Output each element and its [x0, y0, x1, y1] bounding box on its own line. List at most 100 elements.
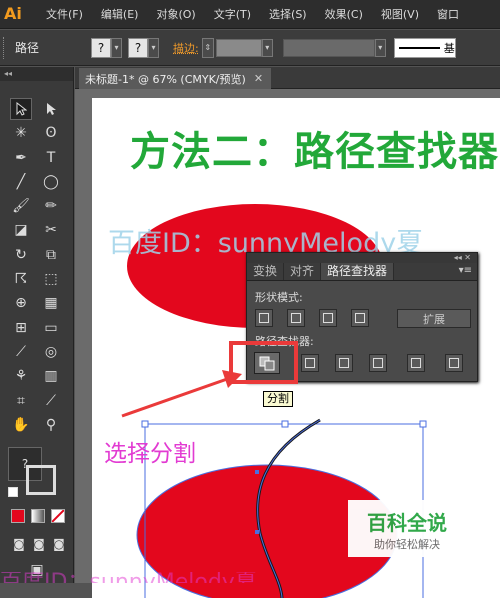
shape-builder-tool-icon[interactable]: ⊕	[10, 292, 32, 314]
outline-icon	[411, 358, 421, 368]
panel-collapse-bar[interactable]: ◂◂ ✕	[247, 253, 477, 263]
app-logo: Ai	[4, 4, 22, 23]
tab-pathfinder[interactable]: 路径查找器	[321, 263, 395, 280]
anchor-point[interactable]	[255, 530, 259, 534]
highlight-rectangle	[229, 341, 298, 384]
ellipse-tool-icon[interactable]: ◯	[40, 171, 62, 193]
unite-button[interactable]	[255, 309, 273, 327]
document-tab[interactable]: 未标题-1* @ 67% (CMYK/预览) ✕	[79, 68, 271, 89]
trim-icon	[305, 358, 315, 368]
symbol-sprayer-tool-icon[interactable]: ⚘	[10, 365, 32, 387]
crop-button[interactable]	[369, 354, 387, 372]
brush-definition[interactable]: 基	[393, 37, 456, 58]
menu-bar: Ai 文件(F) 编辑(E) 对象(O) 文字(T) 选择(S) 效果(C) 视…	[0, 0, 500, 29]
fill-dropdown[interactable]: ▾	[111, 37, 123, 58]
draw-behind-icon[interactable]: ◙	[28, 533, 50, 555]
minus-front-button[interactable]	[287, 309, 305, 327]
type-tool-icon[interactable]: T	[40, 147, 62, 169]
tab-align[interactable]: 对齐	[284, 263, 322, 280]
menu-file[interactable]: 文件(F)	[46, 6, 83, 22]
menu-effect[interactable]: 效果(C)	[325, 6, 363, 22]
stroke-swatch[interactable]: ?	[128, 37, 149, 58]
minus-front-icon	[291, 313, 301, 323]
merge-icon	[339, 358, 349, 368]
selection-tool-icon[interactable]	[10, 98, 32, 120]
graph-tool-icon[interactable]: ▥	[40, 365, 62, 387]
gradient-tool-icon[interactable]: ▭	[40, 317, 62, 339]
rotate-tool-icon[interactable]: ↻	[10, 244, 32, 266]
menu-object[interactable]: 对象(O)	[156, 6, 195, 22]
stroke-color-box[interactable]	[26, 465, 56, 495]
stroke-weight-input[interactable]	[215, 38, 262, 57]
anchor-point[interactable]	[255, 470, 259, 474]
intersect-button[interactable]	[319, 309, 337, 327]
menu-list: 文件(F) 编辑(E) 对象(O) 文字(T) 选择(S) 效果(C) 视图(V…	[46, 6, 477, 22]
paintbrush-tool-icon[interactable]: 🖌	[10, 195, 32, 217]
exclude-icon	[355, 313, 365, 323]
close-tab-icon[interactable]: ✕	[254, 72, 263, 85]
scissors-tool-icon[interactable]: ✂	[40, 219, 62, 241]
menu-edit[interactable]: 编辑(E)	[101, 6, 139, 22]
pointer-arrow-line	[121, 376, 231, 418]
none-mode-icon[interactable]	[51, 509, 65, 523]
tools-panel: ◂◂ ✳ ʘ ✒ T ╱ ◯ 🖌 ✏ ◪ ✂ ↻ ⧉ ☈ ⬚ ⊕ ▦ ⊞ ▭ ⟋…	[0, 67, 74, 583]
panel-menu-icon[interactable]: ▾≡	[459, 265, 472, 276]
blob-brush-tool-icon[interactable]: ◪	[10, 219, 32, 241]
merge-button[interactable]	[335, 354, 353, 372]
exclude-button[interactable]	[351, 309, 369, 327]
draw-normal-icon[interactable]: ◙	[8, 533, 30, 555]
direct-selection-tool-icon[interactable]	[40, 98, 62, 120]
variable-width-profile[interactable]	[282, 38, 375, 57]
site-badge: 百科全说 助你轻松解决	[348, 500, 466, 557]
pen-tool-icon[interactable]: ✒	[10, 147, 32, 169]
tab-transform[interactable]: 变换	[247, 263, 285, 280]
stroke-weight-dropdown[interactable]: ▾	[261, 38, 273, 57]
lasso-tool-icon[interactable]: ʘ	[40, 122, 62, 144]
menu-window[interactable]: 窗口	[437, 6, 459, 22]
draw-inside-icon[interactable]: ◙	[48, 533, 70, 555]
zoom-tool-icon[interactable]: ⚲	[40, 414, 62, 436]
handle-top-right[interactable]	[419, 420, 427, 428]
scale-tool-icon[interactable]: ⧉	[40, 244, 62, 266]
blend-tool-icon[interactable]: ◎	[40, 341, 62, 363]
free-transform-tool-icon[interactable]: ⬚	[40, 268, 62, 290]
pencil-tool-icon[interactable]: ✏	[40, 195, 62, 217]
menu-view[interactable]: 视图(V)	[381, 6, 419, 22]
slice-tool-icon[interactable]: ⟋	[40, 390, 62, 412]
line-tool-icon[interactable]: ╱	[10, 171, 32, 193]
outline-button[interactable]	[407, 354, 425, 372]
badge-slogan: 助你轻松解决	[374, 538, 440, 551]
hand-tool-icon[interactable]: ✋	[10, 414, 32, 436]
gradient-mode-icon[interactable]	[31, 509, 45, 523]
stroke-dropdown[interactable]: ▾	[148, 37, 160, 58]
intersect-icon	[323, 313, 333, 323]
crop-icon	[373, 358, 383, 368]
eyedropper-tool-icon[interactable]: ⟋	[10, 341, 32, 363]
minus-back-button[interactable]	[445, 354, 463, 372]
default-colors-icon[interactable]	[8, 487, 18, 497]
brush-stroke-preview	[398, 46, 440, 49]
color-mode-icon[interactable]	[11, 509, 25, 523]
stroke-weight-stepper[interactable]: ⇕	[201, 37, 214, 58]
handle-top-left[interactable]	[141, 420, 149, 428]
artboard-tool-icon[interactable]: ⌗	[10, 390, 32, 412]
profile-dropdown[interactable]: ▾	[374, 38, 386, 57]
instruction-caption: 选择分割	[104, 441, 196, 467]
divide-tooltip: 分割	[263, 391, 293, 407]
warp-tool-icon[interactable]: ☈	[10, 268, 32, 290]
tools-panel-header[interactable]: ◂◂	[0, 67, 73, 81]
menu-select[interactable]: 选择(S)	[269, 6, 307, 22]
control-bar-grip[interactable]	[3, 36, 7, 59]
perspective-grid-tool-icon[interactable]: ▦	[40, 292, 62, 314]
handle-top-center[interactable]	[281, 420, 289, 428]
stroke-label[interactable]: 描边:	[173, 40, 199, 56]
trim-button[interactable]	[301, 354, 319, 372]
mesh-tool-icon[interactable]: ⊞	[10, 317, 32, 339]
bottom-watermark-text: 百度ID：sunnyMelody夏	[0, 572, 500, 583]
menu-type[interactable]: 文字(T)	[214, 6, 251, 22]
fill-swatch[interactable]: ?	[91, 37, 112, 58]
bottom-watermark-strip: 百度ID：sunnyMelody夏	[0, 572, 500, 583]
expand-button[interactable]: 扩展	[397, 309, 471, 328]
shape-modes-label: 形状模式:	[255, 291, 303, 304]
magic-wand-tool-icon[interactable]: ✳	[10, 122, 32, 144]
